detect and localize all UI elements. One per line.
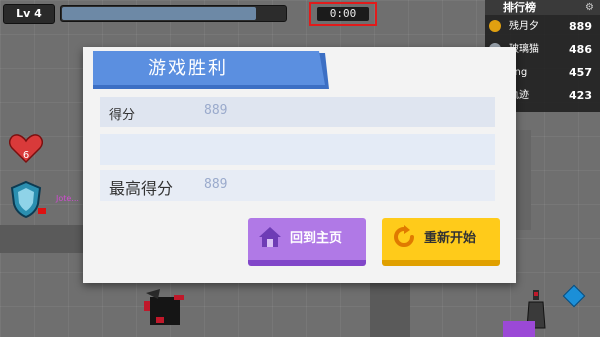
timer-highlight-box: 0:00 — [309, 2, 377, 26]
xp-progress-fill — [62, 7, 256, 20]
home-button-label: 回到主页 — [290, 231, 343, 246]
player-score: 889 — [569, 20, 592, 33]
restart-button-label: 重新开始 — [424, 231, 477, 246]
game-scene: Lv 4 0:00 排行榜 ⚙ 残月夕 889 玻璃猫 486 ling 457… — [0, 0, 600, 337]
score-row: 得分 889 — [100, 97, 495, 127]
best-score-row: 最高得分 889 — [100, 170, 495, 201]
best-score-label: 最高得分 — [109, 179, 174, 198]
heart-count: 6 — [23, 150, 29, 161]
other-player-name: Jote... — [56, 194, 79, 203]
victory-dialog: 游戏胜利 得分 889 最高得分 889 回到主页 重新开始 — [83, 47, 516, 283]
wall-segment — [0, 225, 85, 253]
xp-progress-bar — [60, 5, 287, 22]
restart-button[interactable]: 重新开始 — [382, 218, 500, 266]
restart-icon — [394, 225, 414, 247]
results-table: 得分 889 最高得分 889 — [100, 97, 495, 202]
enemy-sprite-icon — [144, 289, 184, 325]
leaderboard-header: 排行榜 ⚙ — [485, 0, 600, 15]
home-icon — [259, 227, 281, 247]
empty-row — [100, 134, 495, 165]
leaderboard-row: 残月夕 889 — [485, 15, 600, 38]
player-score: 457 — [569, 66, 592, 79]
dialog-title: 游戏胜利 — [148, 58, 228, 79]
player-score: 423 — [569, 89, 592, 102]
rank-medal-icon — [489, 20, 501, 32]
level-badge: Lv 4 — [3, 4, 55, 24]
best-score-value: 889 — [204, 177, 228, 192]
wall-segment — [515, 130, 531, 230]
wall-segment — [370, 283, 410, 337]
player-name: 残月夕 — [509, 21, 539, 32]
settings-icon[interactable]: ⚙ — [585, 0, 594, 15]
item-crate — [503, 321, 535, 337]
player-marker — [38, 208, 46, 214]
score-value: 889 — [204, 103, 228, 118]
score-label: 得分 — [109, 108, 136, 123]
match-timer: 0:00 — [317, 7, 369, 21]
home-button[interactable]: 回到主页 — [248, 218, 366, 266]
player-score: 486 — [569, 43, 592, 56]
leaderboard-title: 排行榜 — [503, 1, 536, 14]
heart-icon: 6 — [9, 134, 43, 164]
